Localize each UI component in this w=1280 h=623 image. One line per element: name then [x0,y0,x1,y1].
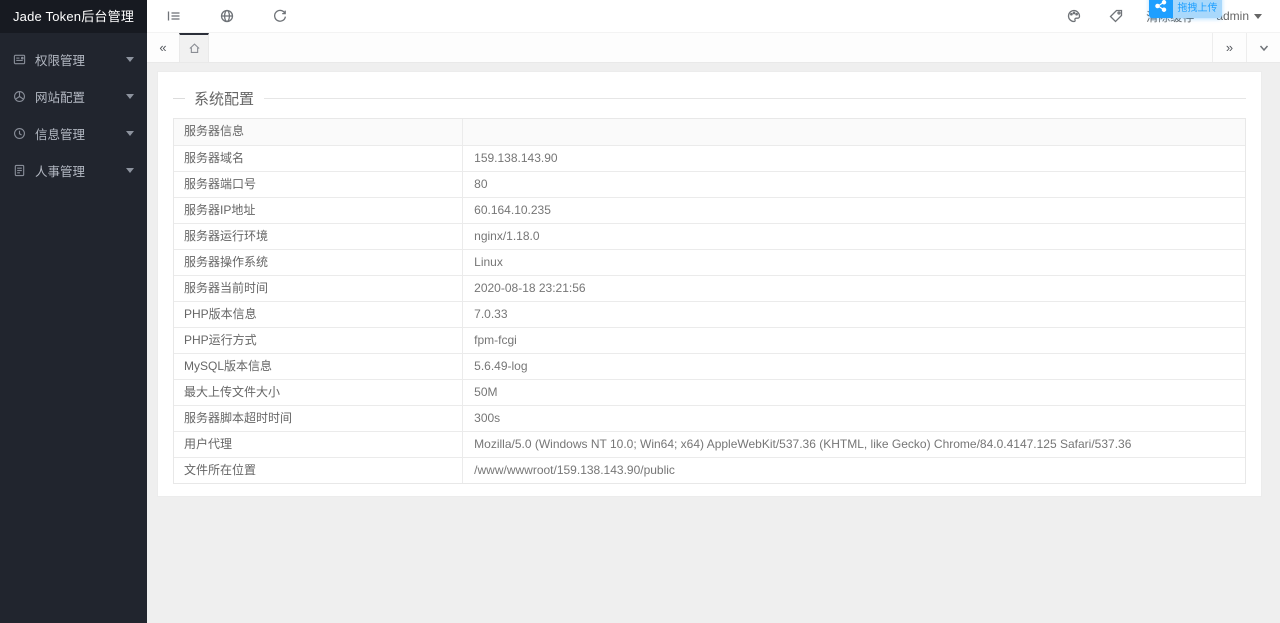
sidebar-item[interactable]: 信息管理 [0,115,147,152]
id-card-icon [13,53,26,66]
table-row: 服务器当前时间 2020-08-18 23:21:56 [174,275,1245,301]
content-area[interactable]: 系统配置 服务器信息 服务器域名 159.138.143.90 服务器端口号 8… [147,64,1280,623]
app-title: Jade Token后台管理 [0,0,147,33]
row-label: 服务器运行环境 [174,224,464,249]
header-left-tools [147,8,303,24]
tabs-scroll-right-button[interactable]: » [1212,33,1246,62]
table-row: 文件所在位置 /www/wwwroot/159.138.143.90/publi… [174,457,1245,483]
row-label: MySQL版本信息 [174,354,464,379]
row-value: 50M [474,385,498,399]
tabs-scroll-left-button[interactable]: « [147,33,179,62]
row-label: 服务器操作系统 [174,250,464,275]
clock-icon [13,127,26,140]
tabs-menu-button[interactable] [1246,33,1280,62]
sidebar-item[interactable]: 人事管理 [0,152,147,189]
server-info-table: 服务器信息 服务器域名 159.138.143.90 服务器端口号 80 服务器… [173,118,1246,484]
row-value: 80 [474,177,488,191]
home-icon [188,43,200,53]
row-value: /www/wwwroot/159.138.143.90/public [474,463,675,477]
section-title: 系统配置 [194,90,255,108]
row-label: 服务器脚本超时时间 [174,406,464,431]
refresh-icon[interactable] [272,8,288,24]
row-value: 2020-08-18 23:21:56 [474,281,586,295]
chevron-down-icon [1259,45,1268,51]
table-row: 服务器域名 159.138.143.90 [174,145,1245,171]
table-header-empty [463,119,1245,145]
row-value: 5.6.49-log [474,359,528,373]
tag-icon[interactable] [1108,8,1124,24]
chevron-down-icon [126,131,134,136]
main-area: 清除缓存 admin 拖拽上传 « » 系统配 [147,0,1280,623]
drag-upload-widget[interactable]: 拖拽上传 [1149,0,1222,18]
row-value: nginx/1.18.0 [474,229,540,243]
chevron-down-icon [126,57,134,62]
table-row: PHP运行方式 fpm-fcgi [174,327,1245,353]
row-label: 最大上传文件大小 [174,380,464,405]
row-value: fpm-fcgi [474,333,517,347]
row-label: 服务器IP地址 [174,198,464,223]
table-row: 服务器运行环境 nginx/1.18.0 [174,223,1245,249]
row-value: 300s [474,411,501,425]
chevron-down-icon [1254,13,1262,19]
row-label: 服务器域名 [174,146,464,171]
palette-icon[interactable] [1066,8,1082,24]
legend-rule [264,97,1246,99]
row-label: 服务器当前时间 [174,276,464,301]
legend-dash [173,97,185,99]
section-legend: 系统配置 [173,88,1246,108]
system-config-card: 系统配置 服务器信息 服务器域名 159.138.143.90 服务器端口号 8… [157,71,1262,497]
row-value: 7.0.33 [474,307,508,321]
table-row: MySQL版本信息 5.6.49-log [174,353,1245,379]
table-row: 服务器端口号 80 [174,171,1245,197]
row-label: 用户代理 [174,432,464,457]
table-header-label: 服务器信息 [174,119,464,145]
helm-icon [13,90,26,103]
table-row: 服务器操作系统 Linux [174,249,1245,275]
table-row: 用户代理 Mozilla/5.0 (Windows NT 10.0; Win64… [174,431,1245,457]
table-row: PHP版本信息 7.0.33 [174,301,1245,327]
collapse-menu-icon[interactable] [166,8,182,24]
tab-home[interactable] [179,33,209,62]
share-nodes-icon [1149,0,1173,18]
sidebar-item-label: 网站配置 [35,91,86,105]
sidebar-item-label: 人事管理 [35,165,86,179]
table-header-row: 服务器信息 [174,119,1245,145]
table-row: 服务器脚本超时时间 300s [174,405,1245,431]
sidebar-item[interactable]: 权限管理 [0,41,147,78]
table-body: 服务器域名 159.138.143.90 服务器端口号 80 服务器IP地址 6… [174,145,1245,483]
row-label: PHP版本信息 [174,302,464,327]
table-row: 服务器IP地址 60.164.10.235 [174,197,1245,223]
sidebar-item-label: 权限管理 [35,54,86,68]
chevron-down-icon [126,168,134,173]
tab-bar: « » [147,33,1280,63]
row-label: 服务器端口号 [174,172,464,197]
row-value: 60.164.10.235 [474,203,551,217]
globe-icon[interactable] [219,8,235,24]
row-label: PHP运行方式 [174,328,464,353]
row-label: 文件所在位置 [174,458,464,483]
top-header: 清除缓存 admin 拖拽上传 [147,0,1280,33]
sidebar-nav: 权限管理 网站配置 信息管理 人事管理 [0,33,147,189]
sidebar: Jade Token后台管理 权限管理 网站配置 信息管理 人事管理 [0,0,147,623]
tabs-empty-space [209,33,1212,62]
chevron-down-icon [126,94,134,99]
row-value: 159.138.143.90 [474,151,558,165]
table-row: 最大上传文件大小 50M [174,379,1245,405]
row-value: Mozilla/5.0 (Windows NT 10.0; Win64; x64… [474,437,1132,451]
document-icon [13,164,26,177]
row-value: Linux [474,255,503,269]
user-dropdown[interactable]: admin [1216,9,1262,23]
sidebar-item-label: 信息管理 [35,128,86,142]
sidebar-item[interactable]: 网站配置 [0,78,147,115]
drag-upload-button[interactable]: 拖拽上传 [1173,0,1222,18]
